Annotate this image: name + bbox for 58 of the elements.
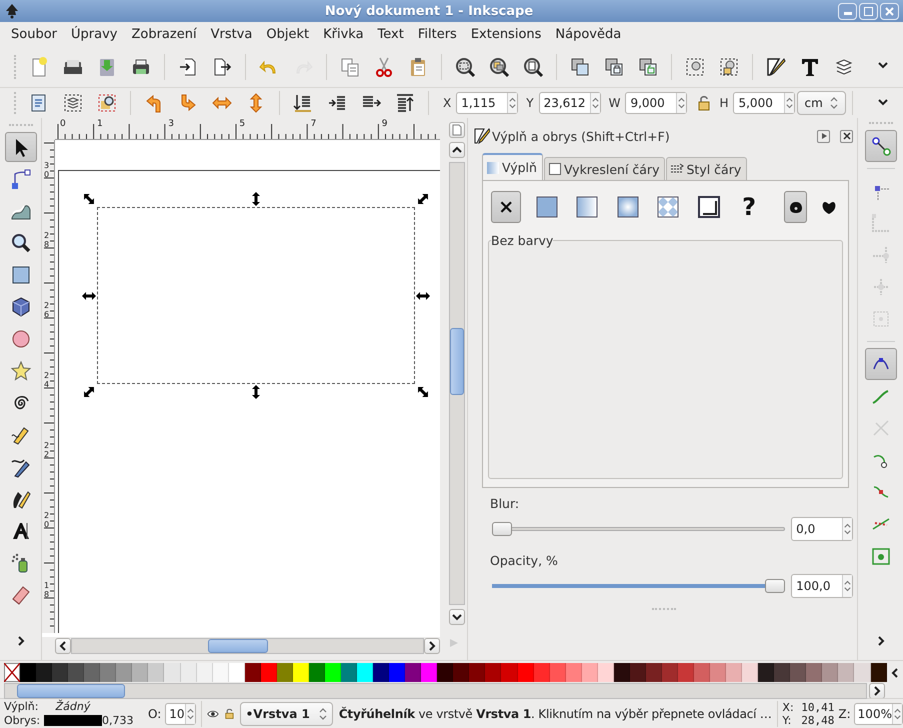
unit-dropdown[interactable]: cm <box>797 91 846 115</box>
ruler-label: 30 <box>44 162 50 180</box>
ruler-label: 28 <box>44 232 50 250</box>
zoom-field[interactable]: 100% <box>854 702 903 724</box>
field-label: W <box>608 96 620 110</box>
opacity-field[interactable]: 10 <box>165 702 196 724</box>
panel-label: Bez barvy <box>491 233 554 248</box>
coordinate-field[interactable]: 23,612 <box>538 92 601 114</box>
coordinate-field[interactable]: 1,115 <box>456 92 518 114</box>
menu-item[interactable]: Objekt <box>259 24 316 44</box>
field-label: X <box>443 96 452 110</box>
menu-item[interactable]: Soubor <box>4 24 64 44</box>
dialog-title: Výplň a obrys (Shift+Ctrl+F) <box>492 128 671 144</box>
ruler-label: 3 <box>168 120 174 129</box>
ruler-label: 1 <box>97 120 103 129</box>
coordinate-field[interactable]: 9,000 <box>625 92 688 114</box>
fill-value: Žádný <box>54 700 92 712</box>
cursor-x-value: 10,41 <box>800 700 834 714</box>
cursor-y-label: Y: <box>782 714 792 726</box>
coordinate-field[interactable]: 5,000 <box>733 92 796 114</box>
blur-label: Blur: <box>490 496 520 511</box>
ruler-label: 22 <box>44 442 50 460</box>
field-label: H <box>719 96 728 110</box>
menu-item[interactable]: Úpravy <box>64 24 124 44</box>
layer-dropdown[interactable]: •Vrstva 1 <box>240 702 333 726</box>
stroke-width: 0,733 <box>102 714 134 726</box>
tab[interactable]: Výplň <box>482 153 543 180</box>
field-label: Y <box>526 96 534 110</box>
cursor-x-label: X: <box>782 700 795 714</box>
ruler-label: 24 <box>44 372 50 390</box>
fill-mode-button[interactable]: ? <box>734 191 764 223</box>
fill-mode-button[interactable]: × <box>491 191 522 223</box>
opacity-label: Opacity, % <box>490 553 559 568</box>
ruler-label: 7 <box>310 120 316 129</box>
menu-item[interactable]: Křivka <box>316 24 371 44</box>
ruler-label: 0 <box>60 120 66 129</box>
menu-item[interactable]: Extensions <box>464 24 548 44</box>
menu-item[interactable]: Text <box>370 24 411 44</box>
fill-label: Výplň: <box>4 700 40 712</box>
menu-item[interactable]: Vrstva <box>204 24 260 44</box>
ruler-label: 5 <box>239 120 246 129</box>
status-message: Čtyřúhelník ve vrstvě Vrstva 1. Kliknutím na výběr přepnete ovládací … <box>338 706 772 720</box>
window-title: Nový dokument 1 - Inkscape <box>324 4 534 18</box>
tab[interactable]: Vykreslení čáry <box>544 157 666 180</box>
zoom-label: Z: <box>838 706 851 720</box>
cursor-y-value: 28,48 <box>800 714 834 726</box>
menu-item[interactable]: Zobrazení <box>124 24 204 44</box>
menu-item[interactable]: Nápověda <box>548 24 628 44</box>
ruler-label: 20 <box>44 512 50 530</box>
ruler-label: 26 <box>44 302 50 320</box>
tab[interactable]: Styl čáry <box>666 157 748 180</box>
stroke-label: Obrys: <box>4 714 42 726</box>
opacity-label: O: <box>148 706 162 720</box>
menu-item[interactable]: Filters <box>410 24 464 44</box>
ruler-label: 9 <box>382 120 388 129</box>
value-field[interactable]: 100,0 <box>791 574 853 598</box>
value-field[interactable]: 0,0 <box>791 517 853 541</box>
ruler-label: 18 <box>44 582 50 600</box>
